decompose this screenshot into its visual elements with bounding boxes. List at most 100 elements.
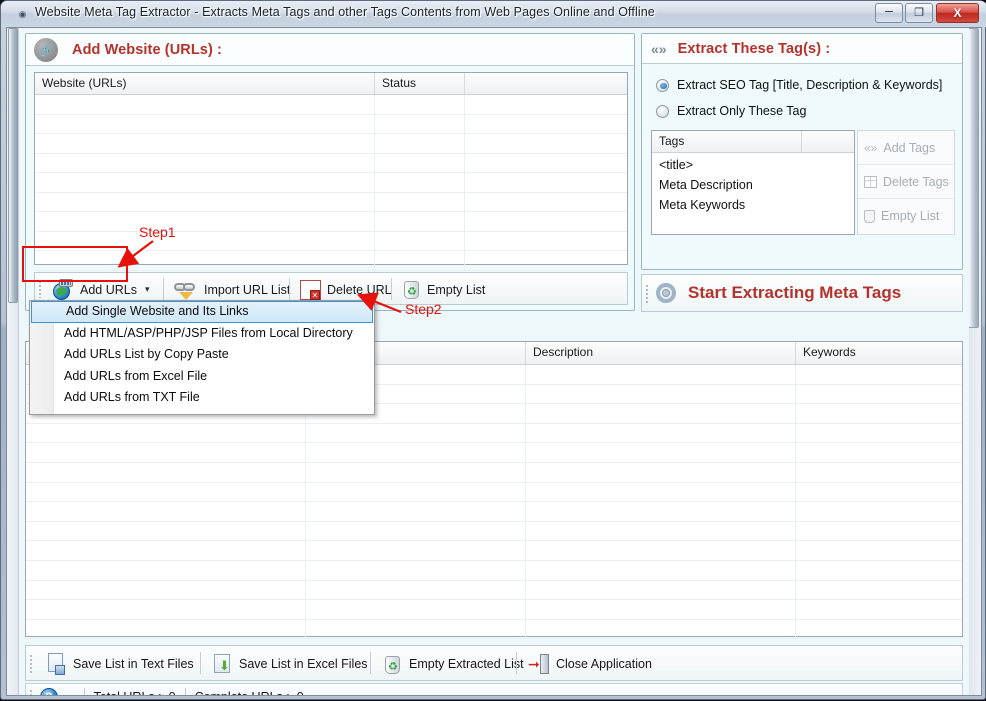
cell-website[interactable]	[35, 231, 375, 250]
menu-item-2[interactable]: Add URLs List by Copy Paste	[30, 344, 374, 366]
radio-extract-only-these[interactable]: Extract Only These Tag	[656, 104, 806, 118]
save-list-excel-button[interactable]: ⬇ Save List in Excel Files	[206, 649, 375, 679]
list-item[interactable]: Meta Keywords	[659, 196, 854, 216]
cell-description[interactable]	[526, 502, 796, 521]
cell-status[interactable]	[375, 231, 465, 250]
table-row[interactable]	[26, 619, 962, 640]
cell-description[interactable]	[526, 423, 796, 443]
toolbar-grip[interactable]	[29, 654, 33, 674]
cell-status[interactable]	[375, 192, 465, 211]
table-row[interactable]	[26, 541, 962, 561]
cell-status[interactable]	[375, 173, 465, 192]
list-item[interactable]: <title>	[659, 156, 854, 176]
table-row[interactable]	[26, 600, 962, 620]
save-list-text-button[interactable]: Save List in Text Files	[40, 649, 201, 679]
table-row[interactable]	[35, 114, 627, 134]
url-grid[interactable]: Website (URLs) Status	[34, 72, 628, 271]
radio-extract-seo[interactable]: Extract SEO Tag [Title, Description & Ke…	[656, 78, 942, 92]
cell-description[interactable]	[526, 521, 796, 541]
cell-1[interactable]	[26, 580, 306, 600]
menu-item-3[interactable]: Add URLs from Excel File	[30, 366, 374, 388]
cell-blank[interactable]	[465, 193, 627, 212]
cell-description[interactable]	[526, 384, 796, 404]
toolbar-grip[interactable]	[645, 284, 649, 304]
cell-keywords[interactable]	[796, 541, 962, 560]
close-application-button[interactable]: ➞ Close Application	[522, 649, 659, 679]
cell-description[interactable]	[526, 365, 796, 384]
cell-2[interactable]	[306, 482, 526, 502]
help-chevron-down-icon[interactable]: ▾	[70, 692, 75, 696]
tags-column-header-blank[interactable]	[802, 131, 854, 152]
cell-keywords[interactable]	[796, 581, 962, 600]
tags-grid[interactable]: Tags <title> Meta Description Meta Keyword…	[651, 130, 855, 235]
table-row[interactable]	[35, 153, 627, 173]
add-tags-button[interactable]: «» Add Tags	[858, 131, 954, 165]
url-column-header-website[interactable]: Website (URLs)	[35, 73, 375, 94]
url-column-header-blank[interactable]	[465, 73, 627, 94]
empty-tag-list-button[interactable]: Empty List	[858, 199, 954, 233]
cell-description[interactable]	[526, 443, 796, 462]
cell-status[interactable]	[375, 153, 465, 172]
cell-description[interactable]	[526, 404, 796, 423]
list-item[interactable]: Meta Description	[659, 176, 854, 196]
cell-status[interactable]	[375, 95, 465, 114]
cell-keywords[interactable]	[796, 463, 962, 482]
cell-blank[interactable]	[465, 212, 627, 231]
cell-description[interactable]	[526, 600, 796, 619]
cell-1[interactable]	[26, 541, 306, 560]
table-row[interactable]	[35, 192, 627, 212]
minimize-button[interactable]: –	[875, 3, 903, 23]
left-scrollbar-thumb[interactable]	[8, 28, 18, 303]
cell-1[interactable]	[26, 482, 306, 502]
cell-description[interactable]	[526, 619, 796, 639]
cell-blank[interactable]	[465, 251, 627, 270]
cell-2[interactable]	[306, 560, 526, 580]
cell-blank[interactable]	[465, 232, 627, 251]
url-column-header-status[interactable]: Status	[375, 73, 465, 94]
cell-website[interactable]	[35, 251, 375, 270]
cell-description[interactable]	[526, 560, 796, 580]
url-grid-body[interactable]	[35, 95, 627, 271]
menu-item-1[interactable]: Add HTML/ASP/PHP/JSP Files from Local Di…	[30, 323, 374, 345]
table-row[interactable]	[35, 134, 627, 154]
start-extracting-bar[interactable]: Start Extracting Meta Tags	[641, 274, 963, 312]
cell-2[interactable]	[306, 423, 526, 443]
cell-2[interactable]	[306, 541, 526, 560]
cell-2[interactable]	[306, 619, 526, 639]
cell-website[interactable]	[35, 95, 375, 114]
cell-website[interactable]	[35, 212, 375, 231]
empty-extracted-list-button[interactable]: ♻ Empty Extracted List	[376, 649, 531, 679]
maximize-button[interactable]: ❐	[905, 3, 933, 23]
cell-keywords[interactable]	[796, 365, 962, 384]
menu-item-4[interactable]: Add URLs from TXT File	[30, 387, 374, 409]
cell-keywords[interactable]	[796, 561, 962, 580]
right-scrollbar-thumb[interactable]	[968, 28, 979, 328]
table-row[interactable]	[35, 95, 627, 115]
cell-keywords[interactable]	[796, 620, 962, 639]
cell-status[interactable]	[375, 134, 465, 153]
table-row[interactable]	[26, 580, 962, 601]
cell-website[interactable]	[35, 173, 375, 192]
cell-blank[interactable]	[465, 134, 627, 153]
table-row[interactable]	[35, 173, 627, 193]
cell-1[interactable]	[26, 462, 306, 482]
radio-button-icon[interactable]	[656, 78, 669, 92]
cell-website[interactable]	[35, 192, 375, 211]
cell-blank[interactable]	[465, 95, 627, 114]
cell-keywords[interactable]	[796, 483, 962, 502]
add-urls-dropdown-menu[interactable]: Add Single Website and Its Links Add HTML…	[29, 300, 375, 415]
results-column-header-keywords[interactable]: Keywords	[796, 342, 962, 364]
table-row[interactable]	[26, 462, 962, 483]
cell-2[interactable]	[306, 580, 526, 600]
cell-1[interactable]	[26, 502, 306, 521]
cell-1[interactable]	[26, 619, 306, 639]
cell-status[interactable]	[375, 212, 465, 231]
menu-item-0[interactable]: Add Single Website and Its Links	[31, 301, 373, 323]
cell-2[interactable]	[306, 502, 526, 521]
toolbar-grip[interactable]	[38, 280, 42, 298]
table-row[interactable]	[26, 560, 962, 581]
cell-keywords[interactable]	[796, 502, 962, 521]
cell-1[interactable]	[26, 600, 306, 619]
cell-2[interactable]	[306, 600, 526, 619]
table-row[interactable]	[26, 502, 962, 522]
